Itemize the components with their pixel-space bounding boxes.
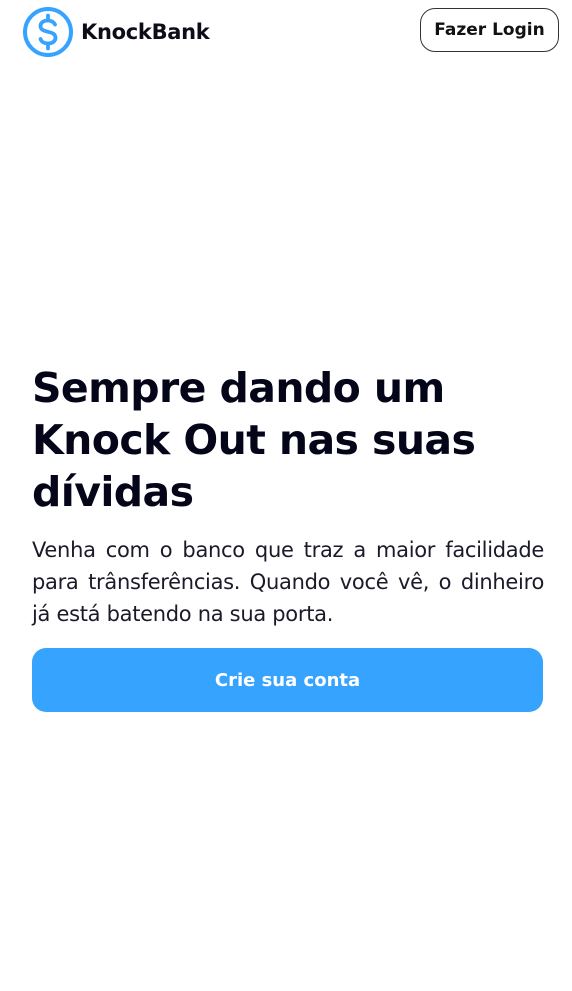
dollar-circle-icon [23, 7, 73, 57]
top-header: KnockBank Fazer Login [0, 0, 572, 64]
hero-title: Sempre dando um Knock Out nas suas dívid… [32, 364, 476, 516]
hero-description: Venha com o banco que traz a maior facil… [32, 538, 544, 626]
create-account-button[interactable]: Crie sua conta [32, 648, 543, 712]
login-button[interactable]: Fazer Login [420, 8, 559, 52]
brand[interactable]: KnockBank [22, 5, 210, 59]
hero-section: Sempre dando um Knock Out nas suas dívid… [32, 362, 544, 712]
brand-name: KnockBank [81, 20, 210, 44]
